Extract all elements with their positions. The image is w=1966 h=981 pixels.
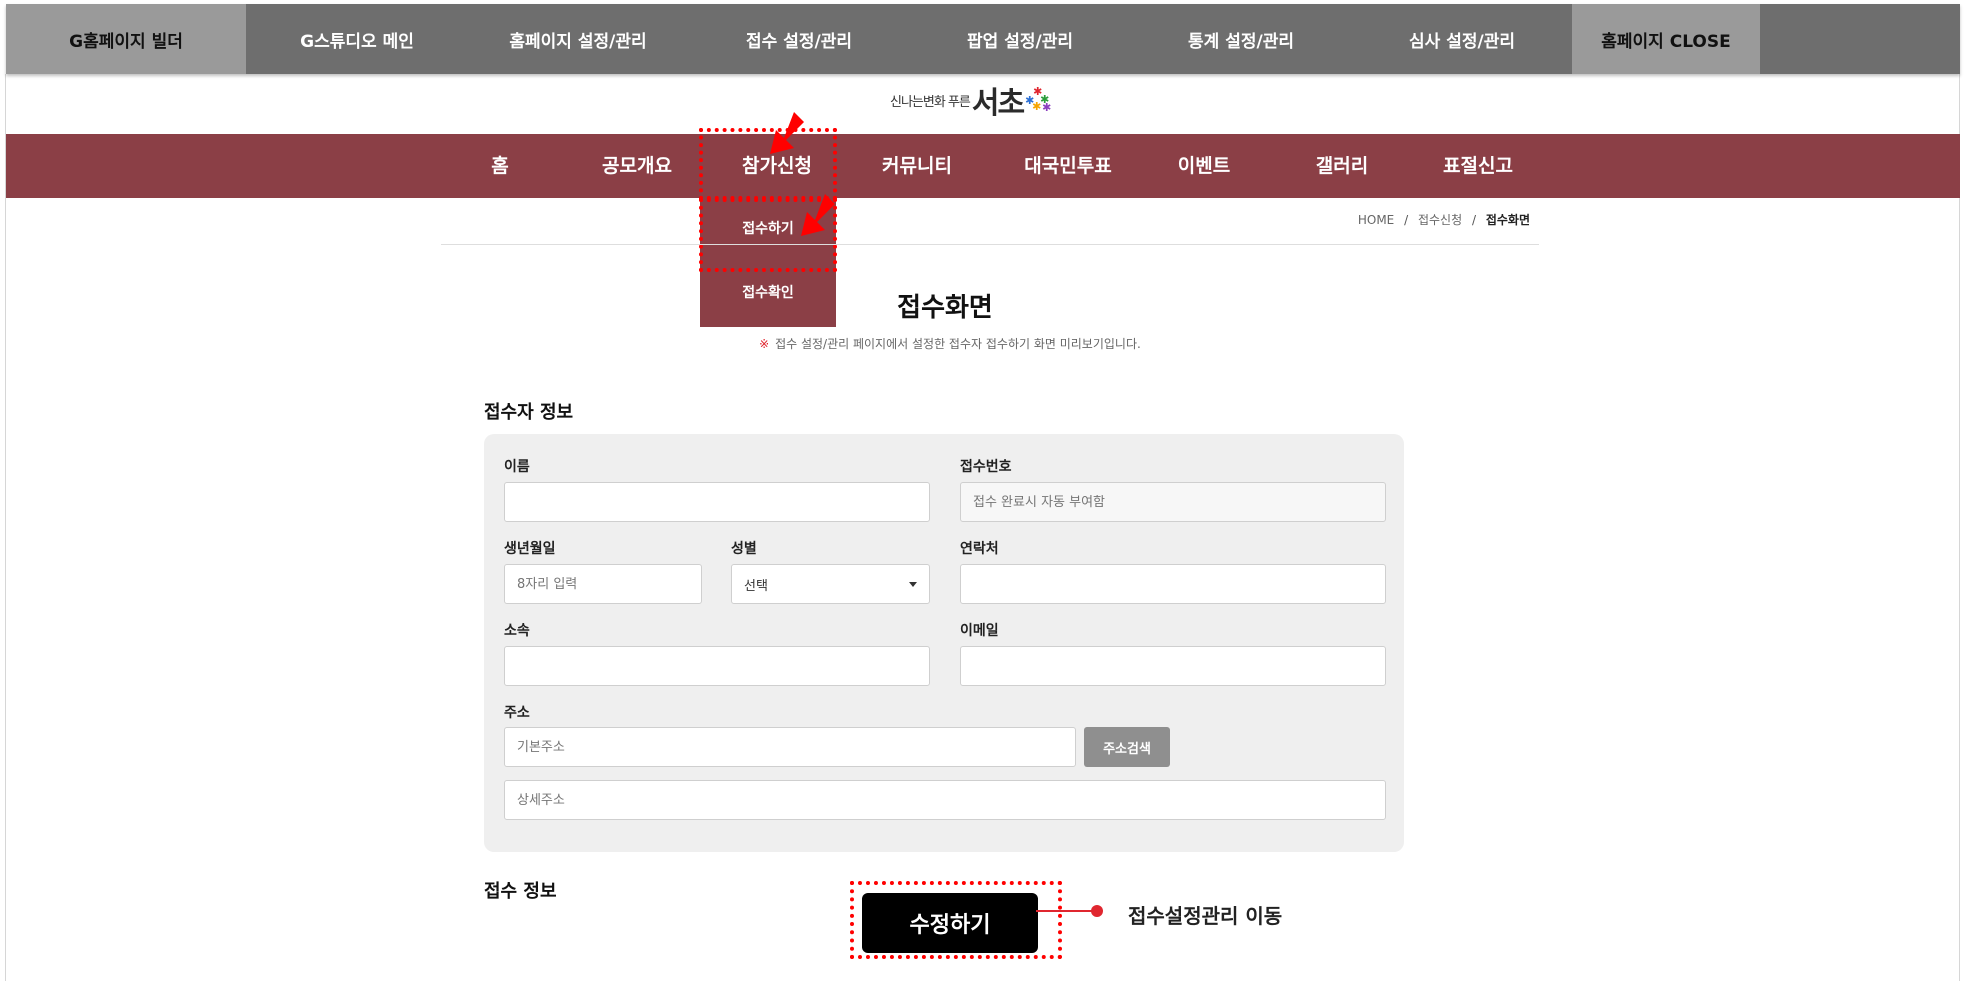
admin-item-stats-settings[interactable]: 통계 설정/관리 bbox=[1130, 4, 1352, 74]
gender-select[interactable]: 선택 bbox=[731, 564, 930, 604]
page-border-left bbox=[5, 74, 6, 981]
breadcrumb-home[interactable]: HOME bbox=[1358, 213, 1394, 227]
red-arrow-icon bbox=[770, 112, 804, 154]
callout-text: 접수설정관리 이동 bbox=[1128, 904, 1283, 928]
admin-item-popup-settings[interactable]: 팝업 설정/관리 bbox=[910, 4, 1130, 74]
name-field[interactable] bbox=[504, 482, 930, 522]
birth-field[interactable] bbox=[504, 564, 702, 604]
nav-item-public-vote[interactable]: 대국민투표 bbox=[1008, 134, 1128, 198]
breadcrumb: HOME / 접수신청 / 접수화면 bbox=[1358, 211, 1530, 228]
affiliation-field[interactable] bbox=[504, 646, 930, 686]
breadcrumb-separator: / bbox=[1404, 213, 1409, 227]
birth-label: 생년월일 bbox=[504, 541, 556, 557]
admin-item-homepage-settings[interactable]: 홈페이지 설정/관리 bbox=[468, 4, 688, 74]
callout-line bbox=[1036, 910, 1096, 912]
notice-text: 접수 설정/관리 페이지에서 설정한 접수자 접수하기 화면 미리보기입니다. bbox=[775, 337, 1141, 351]
receipt-section-title: 접수 정보 bbox=[484, 881, 557, 902]
highlight-box-edit bbox=[850, 881, 1062, 959]
breadcrumb-level1[interactable]: 접수신청 bbox=[1418, 213, 1462, 227]
admin-item-review-settings[interactable]: 심사 설정/관리 bbox=[1352, 4, 1572, 74]
receipt-no-field[interactable] bbox=[960, 482, 1386, 522]
address-search-button[interactable]: 주소검색 bbox=[1084, 727, 1170, 767]
admin-item-studio-main[interactable]: G스튜디오 메인 bbox=[246, 4, 468, 74]
page-title: 접수화면 bbox=[897, 293, 993, 323]
admin-item-builder[interactable]: G홈페이지 빌더 bbox=[6, 4, 246, 74]
red-arrow-icon bbox=[801, 194, 835, 236]
logo-slogan: 신나는변화 푸른 bbox=[890, 94, 971, 110]
breadcrumb-separator: / bbox=[1471, 213, 1476, 227]
nav-item-home[interactable]: 홈 bbox=[480, 134, 520, 198]
logo-name: 서초 bbox=[971, 86, 1025, 121]
gender-label: 성별 bbox=[731, 541, 757, 557]
name-label: 이름 bbox=[504, 459, 530, 475]
phone-label: 연락처 bbox=[960, 541, 999, 557]
applicant-section-title: 접수자 정보 bbox=[484, 402, 574, 423]
main-navigation: 홈 공모개요 참가신청 커뮤니티 대국민투표 이벤트 갤러리 표절신고 bbox=[6, 134, 1960, 198]
admin-item-receipt-settings[interactable]: 접수 설정/관리 bbox=[688, 4, 910, 74]
receipt-no-label: 접수번호 bbox=[960, 459, 1012, 475]
divider bbox=[441, 244, 1539, 245]
site-logo[interactable]: 신나는변화 푸른 서초 ✱ ✱ ✱ ✱ ✱ bbox=[890, 80, 1090, 121]
nav-item-gallery[interactable]: 갤러리 bbox=[1302, 134, 1382, 198]
logo-stars-icon: ✱ ✱ ✱ ✱ ✱ bbox=[1025, 85, 1052, 114]
admin-item-homepage-close[interactable]: 홈페이지 CLOSE bbox=[1572, 4, 1760, 74]
breadcrumb-current: 접수화면 bbox=[1485, 213, 1530, 227]
notice-mark: ※ bbox=[759, 337, 770, 351]
phone-field[interactable] bbox=[960, 564, 1386, 604]
gender-select-value: 선택 bbox=[744, 578, 768, 594]
address-label: 주소 bbox=[504, 705, 530, 721]
preview-notice: ※ 접수 설정/관리 페이지에서 설정한 접수자 접수하기 화면 미리보기입니다… bbox=[640, 335, 1260, 352]
affiliation-label: 소속 bbox=[504, 623, 530, 639]
address-base-field[interactable] bbox=[504, 727, 1076, 767]
email-label: 이메일 bbox=[960, 623, 999, 639]
email-field[interactable] bbox=[960, 646, 1386, 686]
nav-item-event[interactable]: 이벤트 bbox=[1164, 134, 1244, 198]
admin-toolbar: G홈페이지 빌더 G스튜디오 메인 홈페이지 설정/관리 접수 설정/관리 팝업… bbox=[6, 4, 1960, 74]
nav-item-plagiarism-report[interactable]: 표절신고 bbox=[1433, 134, 1523, 198]
nav-item-overview[interactable]: 공모개요 bbox=[592, 134, 682, 198]
caret-down-icon bbox=[909, 581, 917, 587]
callout-dot bbox=[1091, 905, 1103, 917]
nav-item-community[interactable]: 커뮤니티 bbox=[872, 134, 962, 198]
address-detail-field[interactable] bbox=[504, 780, 1386, 820]
page-border-right bbox=[1959, 74, 1960, 981]
